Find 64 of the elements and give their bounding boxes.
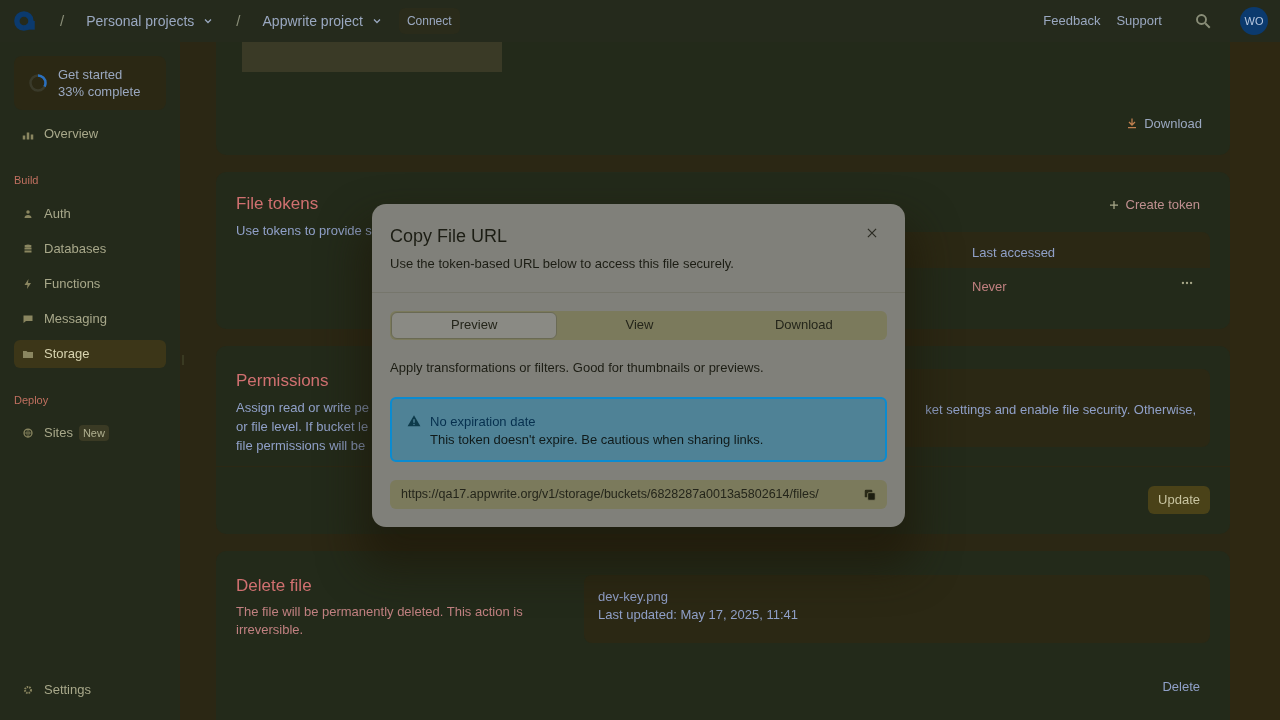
sidebar-item[interactable]: Messaging [14,304,166,333]
section-description: Assign read or write pe [236,398,369,417]
progress-subtitle: 33% complete [58,83,141,100]
create-token-button[interactable]: Create token [1107,195,1200,215]
section-heading: Build [14,173,40,188]
info-text: ket settings and enable file security. Otherwise, [925,401,1196,419]
nav-icon [22,242,34,255]
section-title: File tokens [236,193,319,215]
tab-description: Apply transformations or filters. Good for thumbnails or previews. [390,358,765,377]
breadcrumb-separator: / [60,10,65,31]
download-button[interactable]: Download [1126,113,1202,133]
progress-ring [28,73,48,93]
header-link[interactable]: Feedback [1043,11,1101,31]
alert-message: This token doesn't expire. Be cautious when sharing links. [430,431,764,449]
section-description: file permissions will be [236,436,366,455]
breadcrumb-separator: / [236,10,241,31]
nav-icon [22,427,34,439]
tab[interactable]: View [557,311,722,339]
tab[interactable]: Download [721,311,886,339]
copy-icon [863,487,877,502]
sidebar-item[interactable]: Storage [14,339,166,368]
section-description: Use tokens to provide s [236,221,372,240]
alert-title: No expiration date [430,413,537,431]
progress-title: Get started [58,66,124,83]
section-heading: Deploy [14,392,50,408]
nav-icon [22,684,34,696]
new-badge: New [78,424,109,442]
modal-title: Copy File URL [390,225,508,248]
download-icon [1126,117,1139,130]
logo-icon [12,8,38,34]
progress-card[interactable]: Get started 33% complete [14,56,166,110]
section-title: Delete file [236,575,312,597]
column-header: Last accessed [972,244,1056,262]
breadcrumb-dropdown[interactable]: Appwrite project [262,10,383,32]
copy-button[interactable] [863,487,877,502]
section-description: The file will be permanently deleted. This action is irreversible. [236,602,524,639]
search-button[interactable] [1194,12,1212,30]
sidebar-item[interactable]: Auth [14,199,166,228]
header-link[interactable]: Support [1116,11,1162,31]
connect-button[interactable]: Connect [398,8,460,34]
nav-icon [22,277,34,290]
tab[interactable]: Preview [391,311,558,339]
section-title: Permissions [236,370,329,392]
url-field[interactable]: https://qa17.appwrite.org/v1/storage/buckets/6828287a0013a5802614/files/ [390,480,887,509]
close-icon [865,226,879,240]
avatar[interactable]: WO [1240,7,1268,35]
section-description: or file level. If bucket le [236,417,369,436]
breadcrumb-dropdown[interactable]: Personal projects [86,10,215,32]
sidebar-item[interactable]: Functions [14,269,166,298]
update-button[interactable]: Update [1148,486,1210,514]
sidebar-item[interactable]: Overview [14,120,166,148]
table-cell-text: Never [972,278,1007,296]
delete-button[interactable]: Delete [1152,673,1210,701]
close-button[interactable] [865,226,879,240]
plus-icon [1107,198,1120,211]
modal-subtitle: Use the token-based URL below to access this file securely. [390,255,735,273]
search-icon [1194,12,1212,30]
sidebar-item[interactable]: Databases [14,234,166,263]
sidebar-item[interactable]: Settings [14,676,166,704]
nav-icon [22,207,34,220]
warning-icon [407,414,421,428]
sidebar-item[interactable]: Sites New [14,419,166,447]
last-updated-text: Last updated: May 17, 2025, 11:41 [598,606,799,624]
file-name: dev-key.png [598,588,669,606]
